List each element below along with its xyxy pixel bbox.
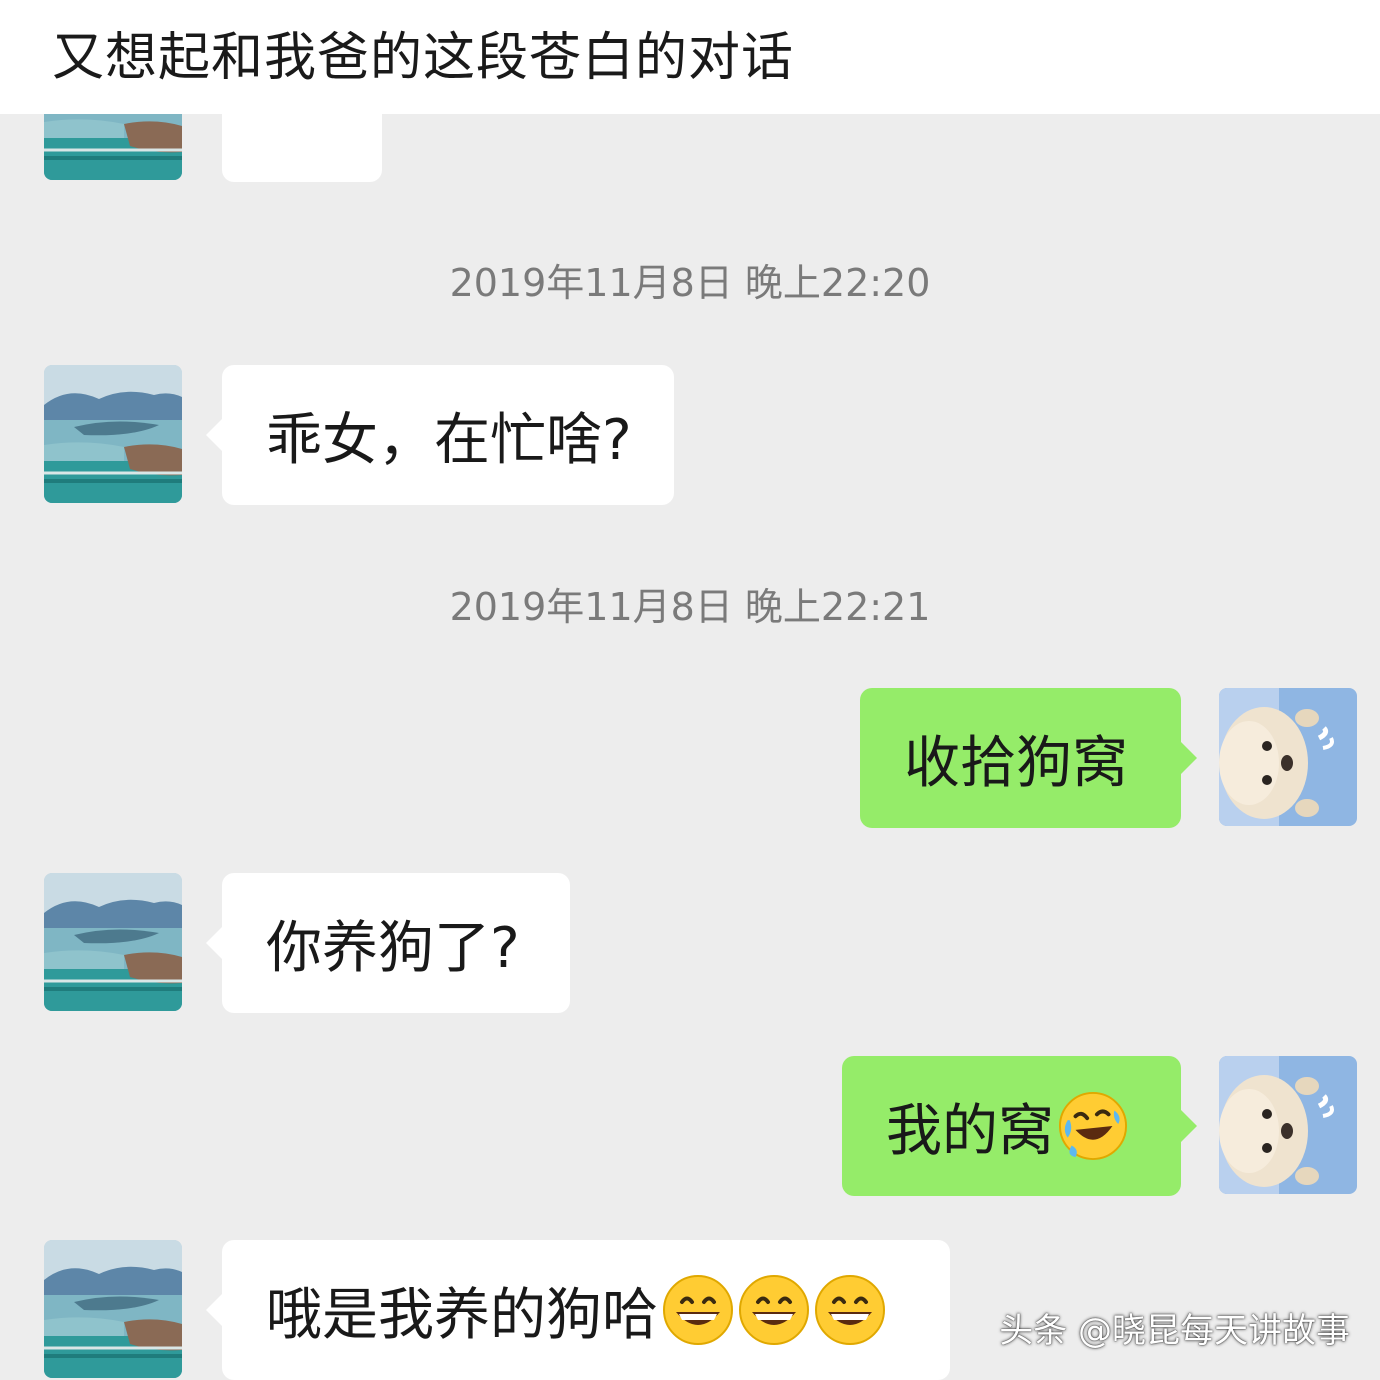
message-bubble[interactable]: 收拾狗窝: [860, 688, 1197, 828]
grinning-emoji-icon: [814, 1274, 886, 1346]
message-bubble[interactable]: 你养狗了?: [206, 873, 570, 1013]
message-bubble[interactable]: 哦是我养的狗哈: [206, 1240, 950, 1380]
dad-avatar[interactable]: [44, 365, 182, 503]
dad-avatar[interactable]: [44, 114, 182, 180]
timestamp: 2019年11月8日 晚上22:20: [449, 261, 931, 305]
dad-avatar[interactable]: [44, 1240, 182, 1378]
rolling-laughing-emoji-icon: [1058, 1091, 1128, 1161]
my-avatar[interactable]: [1219, 688, 1357, 826]
timestamp: 2019年11月8日 晚上22:21: [449, 585, 931, 629]
message-text: 收拾狗窝: [904, 730, 1128, 796]
grinning-emoji-icon: [662, 1274, 734, 1346]
message-bubble-partial[interactable]: [222, 114, 382, 182]
message-text: 乖女，在忙啥?: [266, 407, 632, 473]
message-text: 你养狗了?: [266, 915, 520, 981]
message-bubble[interactable]: 我的窝: [842, 1056, 1197, 1196]
dad-avatar[interactable]: [44, 873, 182, 1011]
post-caption: 又想起和我爸的这段苍白的对话: [52, 28, 795, 88]
caption-bar: 又想起和我爸的这段苍白的对话: [0, 0, 1380, 114]
message-text: 哦是我养的狗哈: [266, 1282, 658, 1348]
watermark: 头条 @晓昆每天讲故事: [999, 1311, 1350, 1351]
message-bubble[interactable]: 乖女，在忙啥?: [206, 365, 674, 505]
chat-thread[interactable]: 2019年11月8日 晚上22:20 乖女，在忙啥? 2019年11月8日 晚上…: [0, 114, 1380, 1380]
message-text: 我的窝: [886, 1098, 1054, 1164]
my-avatar[interactable]: [1219, 1056, 1357, 1194]
grinning-emoji-icon: [738, 1274, 810, 1346]
